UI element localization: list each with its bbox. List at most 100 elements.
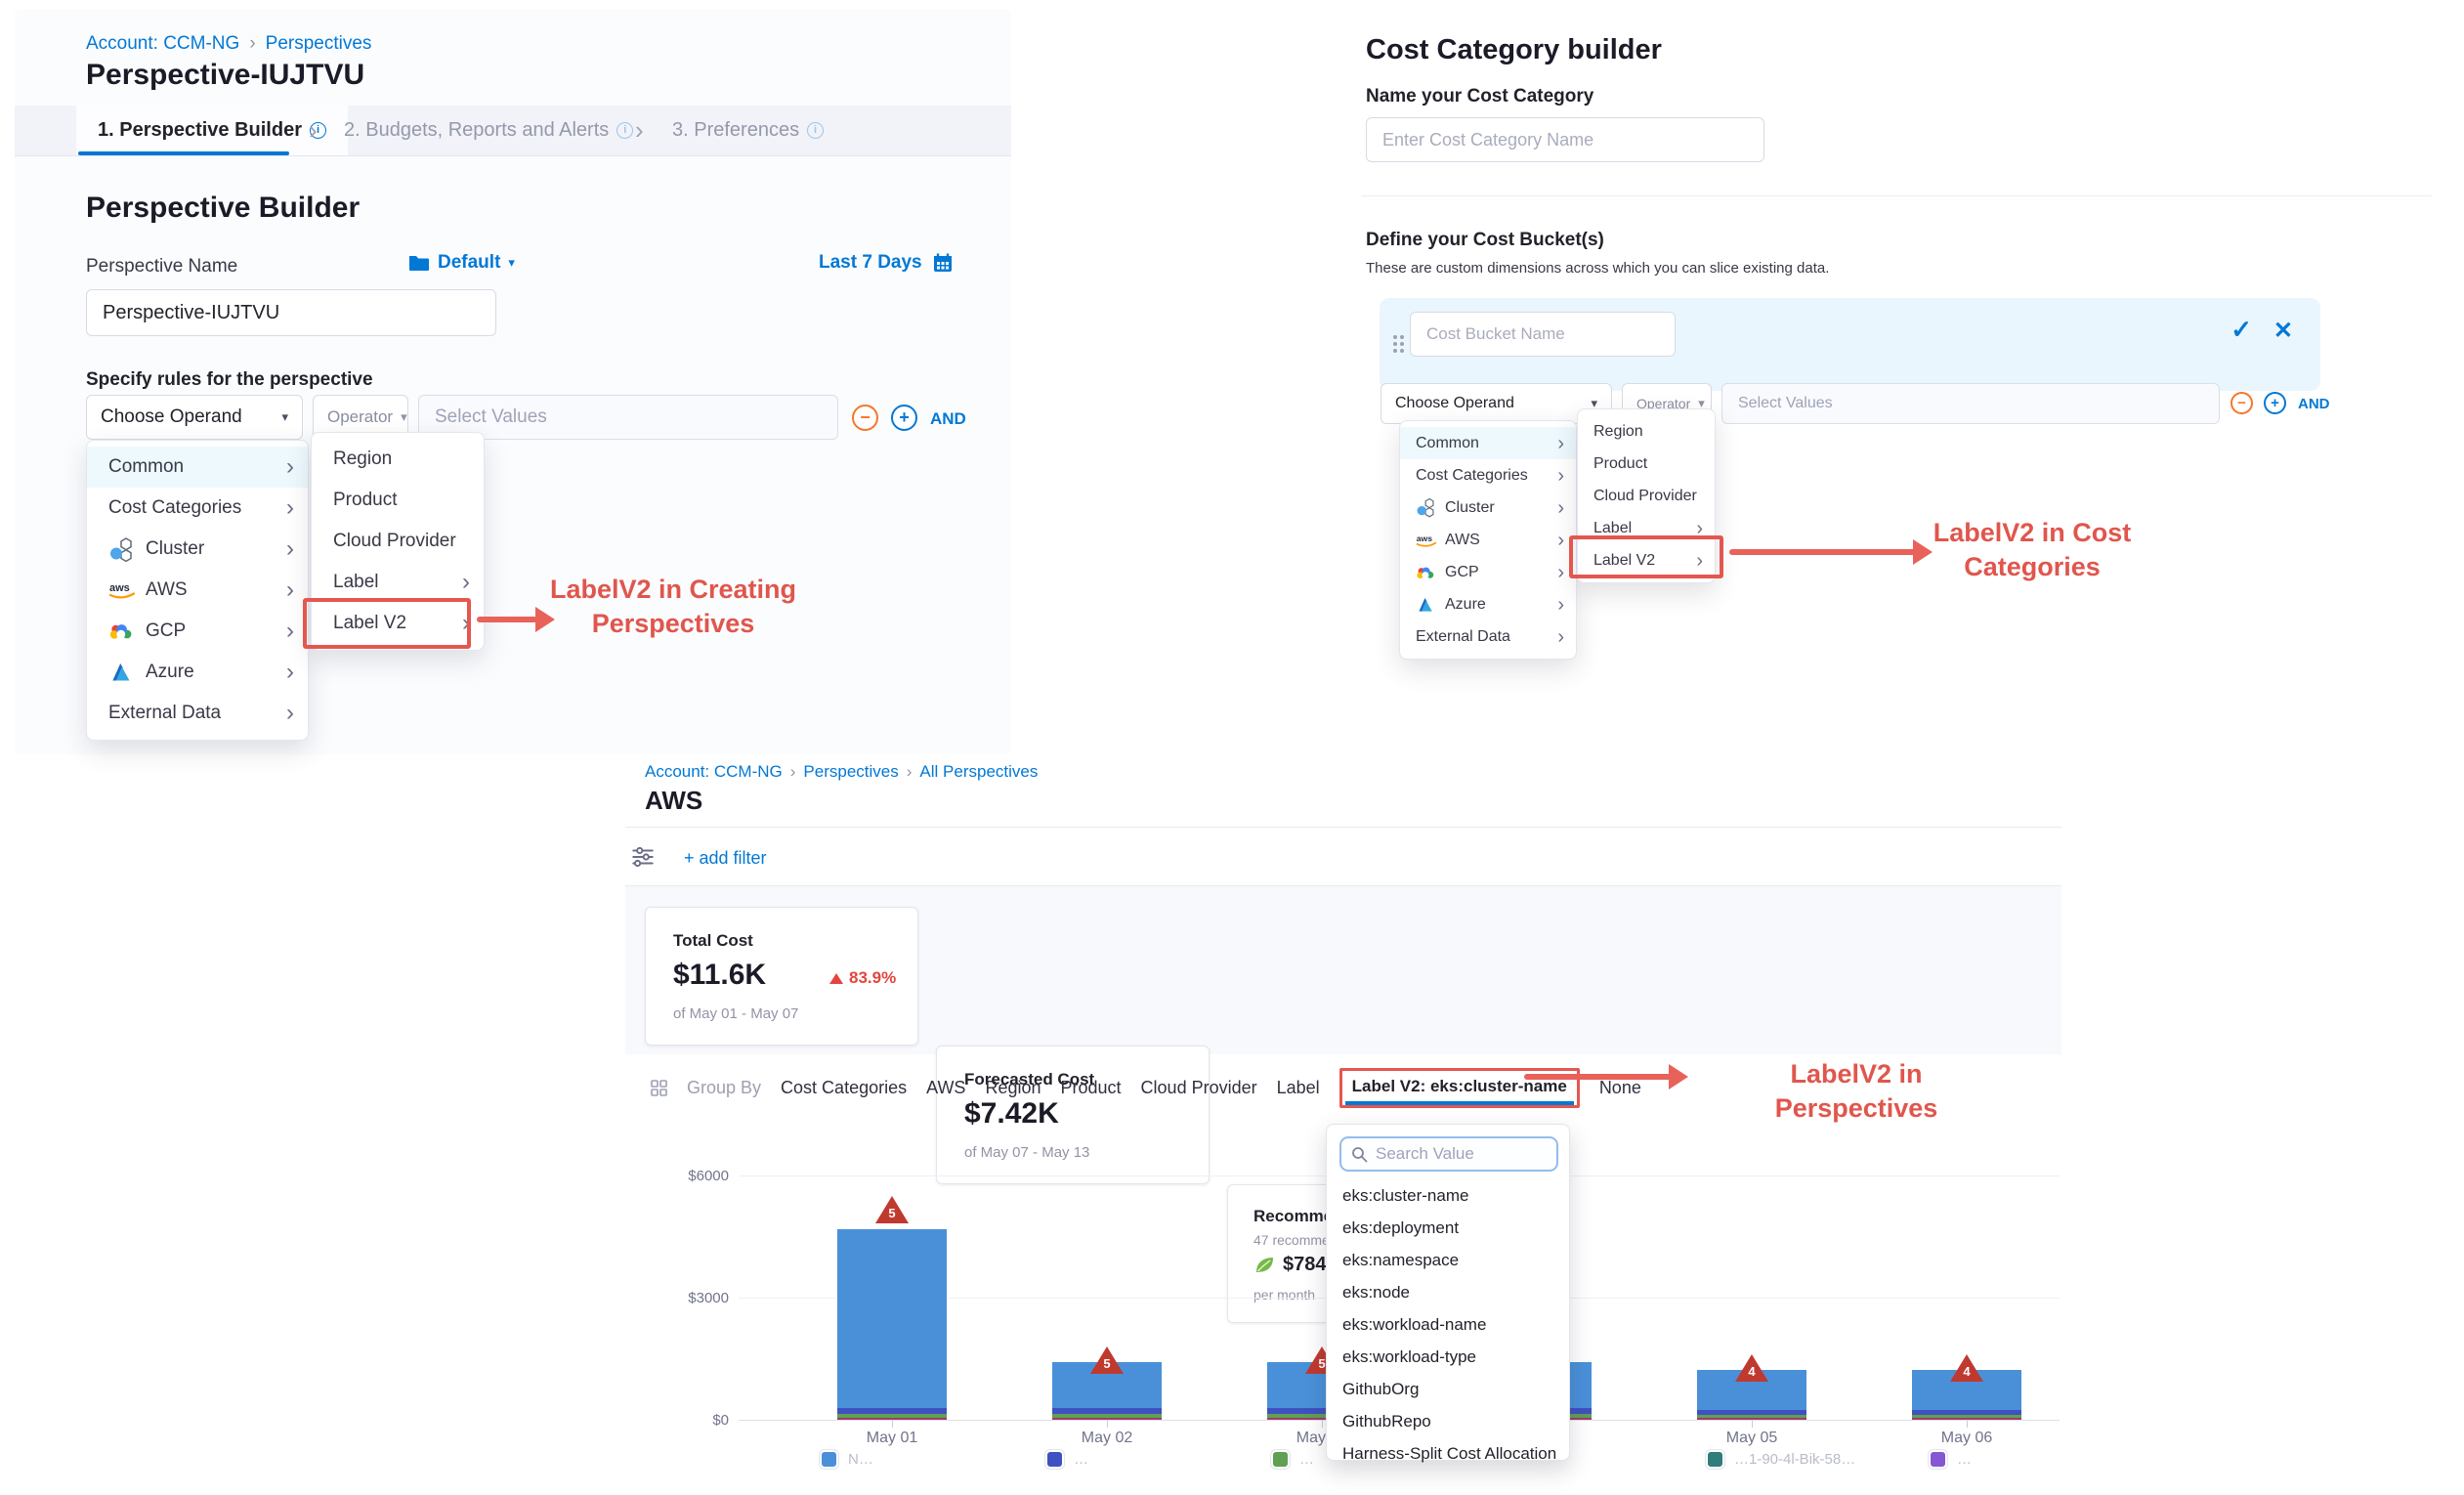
cc-remove-rule-button[interactable]: − — [2230, 392, 2253, 414]
choose-operand-select[interactable]: Choose Operand ▾ — [86, 395, 303, 440]
operand-menu-item-cost-categories[interactable]: Cost Categories› — [87, 488, 308, 529]
add-filter-button[interactable]: + add filter — [684, 848, 767, 869]
bar-segment-primary-blue-may-01[interactable] — [837, 1229, 947, 1408]
bar-segment-base-green-may-01[interactable] — [837, 1414, 947, 1418]
search-value-input[interactable] — [1376, 1144, 1547, 1164]
bar-segment-base-green-may-05[interactable] — [1697, 1415, 1806, 1418]
dropdown-item-eks-cluster-name[interactable]: eks:cluster-name — [1327, 1179, 1569, 1212]
operand-menu-item-azure[interactable]: Azure› — [1400, 588, 1576, 620]
submenu-item-label-v2[interactable]: Label V2› — [1578, 544, 1715, 577]
operand-menu-item-common[interactable]: Common› — [1400, 427, 1576, 459]
submenu-item-product[interactable]: Product — [1578, 448, 1715, 480]
bar-segment-base-green-may-06[interactable] — [1912, 1415, 2021, 1418]
operand-menu-item-cluster[interactable]: Cluster› — [87, 529, 308, 570]
chevron-right-icon: › — [1557, 595, 1564, 615]
legend-item[interactable]: …1-90-4l-Bik-58… — [1706, 1450, 1855, 1469]
breadcrumb-link-account-ccm-ng[interactable]: Account: CCM-NG — [645, 762, 783, 781]
group-by-option-label[interactable]: Label — [1277, 1078, 1320, 1098]
group-by-option-cost-categories[interactable]: Cost Categories — [781, 1078, 907, 1098]
chevron-right-icon: › — [1557, 466, 1564, 486]
bar-segment-base-green-may-02[interactable] — [1052, 1414, 1162, 1418]
y-axis-tick: $3000 — [645, 1290, 729, 1306]
dropdown-item-eks-deployment[interactable]: eks:deployment — [1327, 1212, 1569, 1244]
submenu-item-label[interactable]: Label› — [1578, 512, 1715, 544]
legend-item[interactable]: … — [1929, 1450, 1972, 1469]
dropdown-item-githubrepo[interactable]: GithubRepo — [1327, 1405, 1569, 1437]
legend-item[interactable]: … — [1271, 1450, 1314, 1469]
operand-menu-item-gcp[interactable]: GCP› — [1400, 556, 1576, 588]
anomaly-badge-may-01[interactable]: 5 — [875, 1196, 909, 1223]
submenu-item-cloud-provider[interactable]: Cloud Provider — [1578, 480, 1715, 512]
bar-segment-base-maroon-may-01[interactable] — [837, 1418, 947, 1421]
chevron-right-icon: › — [286, 702, 294, 725]
bar-segment-base-indigo-may-02[interactable] — [1052, 1408, 1162, 1413]
operand-menu-item-azure[interactable]: Azure› — [87, 652, 308, 693]
tab-perspective-builder[interactable]: 1. Perspective Builderi — [76, 106, 348, 155]
operand-menu-item-cluster[interactable]: Cluster› — [1400, 491, 1576, 524]
dropdown-item-harness-split-cost-allocation[interactable]: Harness-Split Cost Allocation — [1327, 1437, 1569, 1470]
cost-category-name-input[interactable] — [1366, 117, 1764, 162]
submenu-item-cloud-provider[interactable]: Cloud Provider — [312, 521, 484, 562]
date-range-selector[interactable]: Last 7 Days — [819, 252, 954, 274]
drag-handle-icon[interactable] — [1393, 335, 1397, 339]
perspective-name-input[interactable] — [86, 289, 496, 336]
bar-segment-base-indigo-may-05[interactable] — [1697, 1410, 1806, 1415]
cc-add-rule-button[interactable]: + — [2264, 392, 2286, 414]
submenu-item-label[interactable]: Label› — [312, 562, 484, 603]
anomaly-badge-may-02[interactable]: 5 — [1090, 1346, 1124, 1374]
operand-menu-item-cost-categories[interactable]: Cost Categories› — [1400, 459, 1576, 491]
legend-item[interactable]: N… — [820, 1450, 873, 1469]
dropdown-item-githuborg[interactable]: GithubOrg — [1327, 1373, 1569, 1405]
tab-budgets-reports-alerts[interactable]: 2. Budgets, Reports and Alertsi — [344, 106, 633, 155]
cc-name-label: Name your Cost Category — [1366, 86, 1593, 107]
operand-menu-item-aws[interactable]: awsAWS› — [1400, 524, 1576, 556]
breadcrumb-link-perspectives[interactable]: Perspectives — [803, 762, 898, 781]
group-by-option-aws[interactable]: AWS — [926, 1078, 965, 1098]
operand-menu-item-external-data[interactable]: External Data› — [1400, 620, 1576, 653]
operand-menu-item-common[interactable]: Common› — [87, 447, 308, 488]
group-by-option-none[interactable]: None — [1599, 1078, 1641, 1098]
group-by-option-cloud-provider[interactable]: Cloud Provider — [1141, 1078, 1257, 1098]
dropdown-item-eks-workload-name[interactable]: eks:workload-name — [1327, 1308, 1569, 1341]
breadcrumb-link-account-ccm-ng[interactable]: Account: CCM-NG — [86, 33, 239, 54]
add-rule-button[interactable]: + — [891, 405, 917, 431]
tab-preferences[interactable]: 3. Preferencesi — [672, 106, 824, 155]
filter-icon[interactable] — [630, 844, 656, 875]
dropdown-item-eks-namespace[interactable]: eks:namespace — [1327, 1244, 1569, 1276]
group-by-option-region[interactable]: Region — [985, 1078, 1041, 1098]
total-cost-card: Total Cost $11.6K 83.9% of May 01 - May … — [645, 907, 918, 1046]
search-value-box[interactable] — [1339, 1136, 1558, 1172]
bar-segment-base-maroon-may-02[interactable] — [1052, 1418, 1162, 1421]
submenu-item-label-v2[interactable]: Label V2› — [312, 603, 484, 644]
submenu-item-region[interactable]: Region — [312, 439, 484, 480]
bar-segment-base-indigo-may-01[interactable] — [837, 1408, 947, 1413]
submenu-item-product[interactable]: Product — [312, 480, 484, 521]
dropdown-item-eks-node[interactable]: eks:node — [1327, 1276, 1569, 1308]
remove-rule-button[interactable]: − — [852, 405, 878, 431]
chevron-right-icon: › — [462, 612, 470, 635]
confirm-bucket-icon[interactable]: ✓ — [2230, 315, 2252, 345]
bar-segment-base-indigo-may-06[interactable] — [1912, 1410, 2021, 1415]
cc-select-values-input[interactable]: Select Values — [1721, 383, 2220, 424]
bar-segment-base-maroon-may-06[interactable] — [1912, 1418, 2021, 1420]
anomaly-badge-may-05[interactable]: 4 — [1735, 1354, 1768, 1382]
dropdown-item-eks-workload-type[interactable]: eks:workload-type — [1327, 1341, 1569, 1373]
breadcrumb-link-perspectives[interactable]: Perspectives — [266, 33, 372, 54]
info-icon: i — [616, 122, 633, 139]
cost-bucket-name-input[interactable] — [1410, 312, 1676, 357]
cc-annotation-arrow — [1729, 549, 1917, 555]
group-by-option-product[interactable]: Product — [1061, 1078, 1122, 1098]
bar-segment-base-maroon-may-05[interactable] — [1697, 1418, 1806, 1420]
folder-icon — [408, 254, 430, 272]
submenu-item-region[interactable]: Region — [1578, 415, 1715, 448]
operand-menu-item-external-data[interactable]: External Data› — [87, 693, 308, 734]
breadcrumb-link-all-perspectives[interactable]: All Perspectives — [919, 762, 1038, 781]
annotation-cost-categories: LabelV2 in Cost Categories — [1930, 516, 2135, 584]
chevron-right-icon: › — [1557, 498, 1564, 518]
anomaly-badge-may-06[interactable]: 4 — [1950, 1354, 1983, 1382]
folder-selector[interactable]: Default ▾ — [408, 252, 515, 274]
legend-item[interactable]: … — [1045, 1450, 1088, 1469]
cancel-bucket-icon[interactable]: ✕ — [2273, 317, 2293, 345]
operand-menu-item-gcp[interactable]: GCP› — [87, 611, 308, 652]
operand-menu-item-aws[interactable]: awsAWS› — [87, 570, 308, 611]
